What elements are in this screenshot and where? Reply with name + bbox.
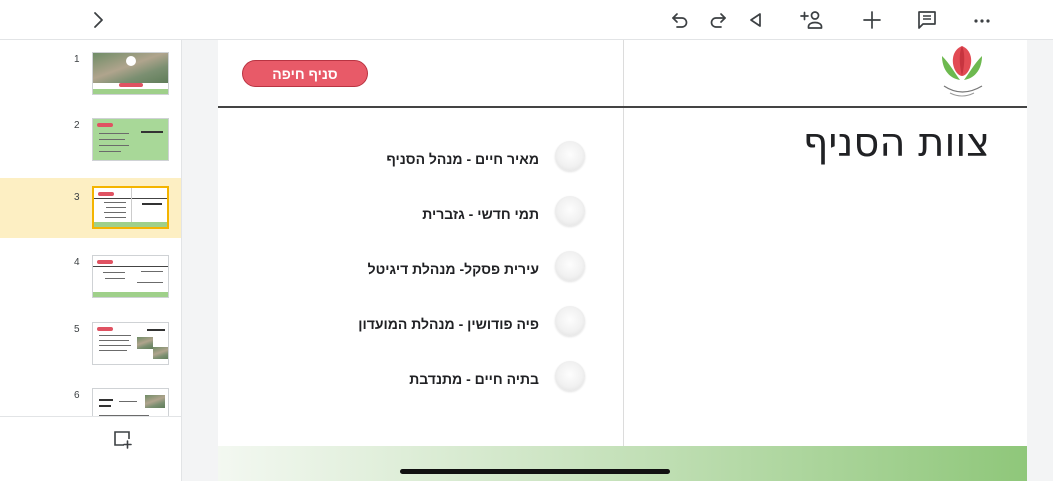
- slide-footer-band: [218, 446, 1027, 481]
- slide-thumbnail-1[interactable]: 1: [0, 40, 181, 100]
- more-icon[interactable]: [966, 4, 998, 36]
- present-icon[interactable]: [740, 4, 772, 36]
- toolbar: [0, 0, 1053, 40]
- bullet-circle-icon: [555, 141, 585, 171]
- chevron-right-icon[interactable]: [82, 4, 114, 36]
- slide-preview: [92, 186, 169, 229]
- slide-thumbnail-4[interactable]: 4: [0, 243, 181, 303]
- slides-app: 1 2 3 4 5 6 סניף חיפה צוות הסניף מאיר חי…: [0, 0, 1053, 481]
- slide-thumbnail-3[interactable]: 3: [0, 178, 181, 238]
- slide-canvas[interactable]: סניף חיפה צוות הסניף מאיר חיים - מנהל הס…: [218, 40, 1027, 481]
- slide-number: 6: [74, 390, 80, 401]
- home-indicator[interactable]: [400, 469, 670, 474]
- team-member-row[interactable]: עירית פסקל- מנהלת דיגיטל: [218, 251, 623, 287]
- slide-column-divider: [623, 40, 624, 446]
- slide-number: 3: [74, 192, 80, 203]
- filmstrip-panel: 1 2 3 4 5 6: [0, 40, 182, 481]
- team-member-row[interactable]: תמי חדשי - גזברית: [218, 196, 623, 232]
- redo-icon[interactable]: [702, 4, 734, 36]
- bullet-circle-icon: [555, 251, 585, 281]
- speaker-notes-icon[interactable]: [911, 4, 943, 36]
- team-member-name: בתיה חיים - מתנדבת: [409, 371, 539, 387]
- new-slide-icon[interactable]: [108, 425, 136, 453]
- bullet-circle-icon: [555, 196, 585, 226]
- undo-icon[interactable]: [664, 4, 696, 36]
- slide-number: 5: [74, 324, 80, 335]
- plus-icon[interactable]: [856, 4, 888, 36]
- organization-logo: [936, 42, 988, 102]
- slide-number: 1: [74, 54, 80, 65]
- team-member-name: תמי חדשי - גזברית: [422, 206, 539, 222]
- slide-thumbnail-2[interactable]: 2: [0, 106, 181, 166]
- slide-preview: [92, 118, 169, 161]
- bullet-circle-icon: [555, 361, 585, 391]
- slide-title[interactable]: צוות הסניף: [638, 120, 990, 166]
- team-member-name: פיה פודושין - מנהלת המועדון: [358, 316, 539, 332]
- bullet-circle-icon: [555, 306, 585, 336]
- slide-thumbnail-6[interactable]: 6: [0, 376, 181, 416]
- slide-preview: [92, 322, 169, 365]
- team-member-row[interactable]: מאיר חיים - מנהל הסניף: [218, 141, 623, 177]
- slide-number: 2: [74, 120, 80, 131]
- slide-preview: [92, 52, 169, 95]
- slide-thumbnail-list: 1 2 3 4 5 6: [0, 40, 181, 416]
- filmstrip-divider: [0, 416, 181, 417]
- team-member-row[interactable]: פיה פודושין - מנהלת המועדון: [218, 306, 623, 342]
- team-member-row[interactable]: בתיה חיים - מתנדבת: [218, 361, 623, 397]
- slide-thumbnail-5[interactable]: 5: [0, 310, 181, 370]
- team-member-name: מאיר חיים - מנהל הסניף: [386, 151, 539, 167]
- slide-number: 4: [74, 257, 80, 268]
- slide-preview: [92, 255, 169, 298]
- add-person-icon[interactable]: [796, 4, 828, 36]
- team-member-name: עירית פסקל- מנהלת דיגיטל: [367, 261, 539, 277]
- team-list[interactable]: מאיר חיים - מנהל הסניף תמי חדשי - גזברית…: [218, 40, 623, 446]
- slide-preview: [92, 388, 169, 416]
